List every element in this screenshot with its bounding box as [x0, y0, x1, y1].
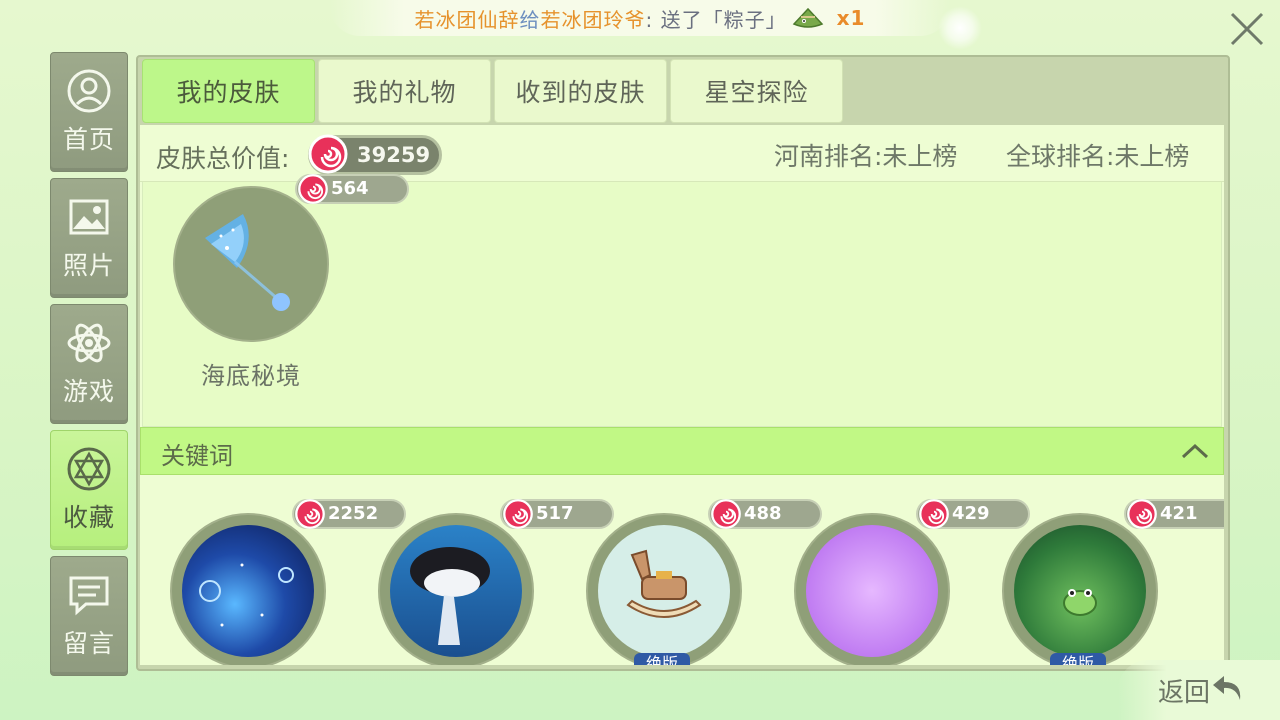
sidebar-item-games[interactable]: 游戏	[50, 304, 128, 424]
out-of-print-badge: 绝版	[1050, 653, 1106, 665]
sender-name: 若冰团仙辞	[414, 7, 520, 32]
tab-bar: 我的皮肤 我的礼物 收到的皮肤 星空探险	[142, 59, 843, 123]
close-icon[interactable]	[1222, 4, 1272, 54]
starry-sky-image	[182, 525, 314, 657]
chevron-up-icon	[1181, 443, 1209, 459]
profile-icon	[67, 69, 111, 113]
orca-image	[390, 525, 522, 657]
keyword-skins-grid: 2252 517 绝版 488 429 绝版 421	[140, 475, 1224, 665]
skin-price: 429	[952, 503, 990, 524]
total-value-pill: 39259	[308, 134, 442, 175]
return-arrow-icon	[1213, 676, 1241, 700]
sidebar-item-label: 游戏	[62, 377, 115, 406]
skin-price: 488	[744, 503, 782, 524]
receiver-name: 若冰团玲爷	[540, 7, 646, 32]
gift-message: : 送了「粽子」	[645, 7, 787, 32]
candy-coin-icon	[919, 499, 949, 529]
photo-icon	[69, 199, 109, 235]
tab-received-skins[interactable]: 收到的皮肤	[494, 59, 667, 123]
keyword-section-header[interactable]: 关键词	[140, 427, 1224, 475]
skin-price-tag: 421	[1124, 499, 1224, 529]
my-skins-grid: 564 海底秘境	[142, 174, 1222, 427]
skin-card[interactable]: 绝版 488	[586, 499, 822, 665]
candy-coin-icon	[503, 499, 533, 529]
sidebar-item-label: 收藏	[62, 503, 115, 532]
message-icon	[69, 576, 109, 616]
candy-coin-icon	[308, 134, 348, 174]
skin-thumbnail	[173, 186, 329, 342]
sidebar-item-home[interactable]: 首页	[50, 52, 128, 172]
total-value-label: 皮肤总价值:	[156, 144, 290, 173]
candy-coin-icon	[1127, 499, 1157, 529]
tab-my-skins[interactable]: 我的皮肤	[142, 59, 315, 123]
candy-coin-icon	[711, 499, 741, 529]
collection-icon	[67, 447, 111, 491]
back-button[interactable]: 返回	[1118, 660, 1280, 720]
skin-thumbnail	[170, 513, 326, 665]
sidebar-item-photos[interactable]: 照片	[50, 178, 128, 298]
out-of-print-badge: 绝版	[634, 653, 690, 665]
back-label: 返回	[1158, 678, 1211, 708]
skin-thumbnail	[1002, 513, 1158, 665]
frog-forest-image	[1014, 525, 1146, 657]
skin-card[interactable]: 429	[794, 499, 1030, 665]
skin-card[interactable]: 564	[173, 174, 409, 346]
tab-my-gifts[interactable]: 我的礼物	[318, 59, 491, 123]
skin-price: 2252	[328, 503, 379, 524]
undersea-wand-image	[205, 214, 290, 311]
sidebar-item-collection[interactable]: 收藏	[50, 430, 128, 550]
sidebar-item-messages[interactable]: 留言	[50, 556, 128, 676]
skin-price: 564	[331, 178, 369, 199]
sidebar-item-label: 首页	[62, 125, 115, 154]
zongzi-icon	[792, 7, 823, 28]
skin-thumbnail	[794, 513, 950, 665]
skin-price-tag: 564	[295, 174, 409, 204]
skin-card[interactable]: 2252	[170, 499, 406, 665]
atom-icon	[67, 323, 111, 363]
henan-rank: 河南排名:未上榜	[774, 142, 958, 171]
skin-price: 421	[1160, 503, 1198, 524]
sidebar-item-label: 照片	[62, 251, 115, 280]
purple-orb-image	[806, 525, 938, 657]
glow-decoration	[938, 6, 982, 50]
skin-price: 517	[536, 503, 574, 524]
candy-coin-icon	[298, 174, 328, 204]
total-value: 39259	[357, 143, 431, 167]
gift-count: x1	[836, 6, 866, 30]
skin-card[interactable]: 517	[378, 499, 614, 665]
skin-card[interactable]: 绝版 421	[1002, 499, 1224, 665]
sidebar-item-label: 留言	[62, 629, 115, 658]
notify-connector: 给	[519, 7, 541, 32]
tab-star-adventure[interactable]: 星空探险	[670, 59, 843, 123]
skins-content: 皮肤总价值: 39259 河南排名:未上榜 全球排名:未上榜 564 海底秘境 …	[140, 125, 1224, 665]
gift-notification: 若冰团仙辞 给 若冰团玲爷 : 送了「粽子」 x1	[330, 0, 950, 36]
main-panel: 我的皮肤 我的礼物 收到的皮肤 星空探险 皮肤总价值: 39259 河南排名:未…	[136, 55, 1230, 671]
skin-thumbnail	[586, 513, 742, 665]
candy-coin-icon	[295, 499, 325, 529]
keyword-label: 关键词	[161, 442, 233, 470]
rocking-horse-image	[598, 525, 730, 657]
sidebar: 首页 照片 游戏 收藏 留言	[50, 52, 128, 682]
global-rank: 全球排名:未上榜	[1006, 142, 1190, 171]
skin-thumbnail	[378, 513, 534, 665]
skin-name: 海底秘境	[201, 362, 301, 390]
